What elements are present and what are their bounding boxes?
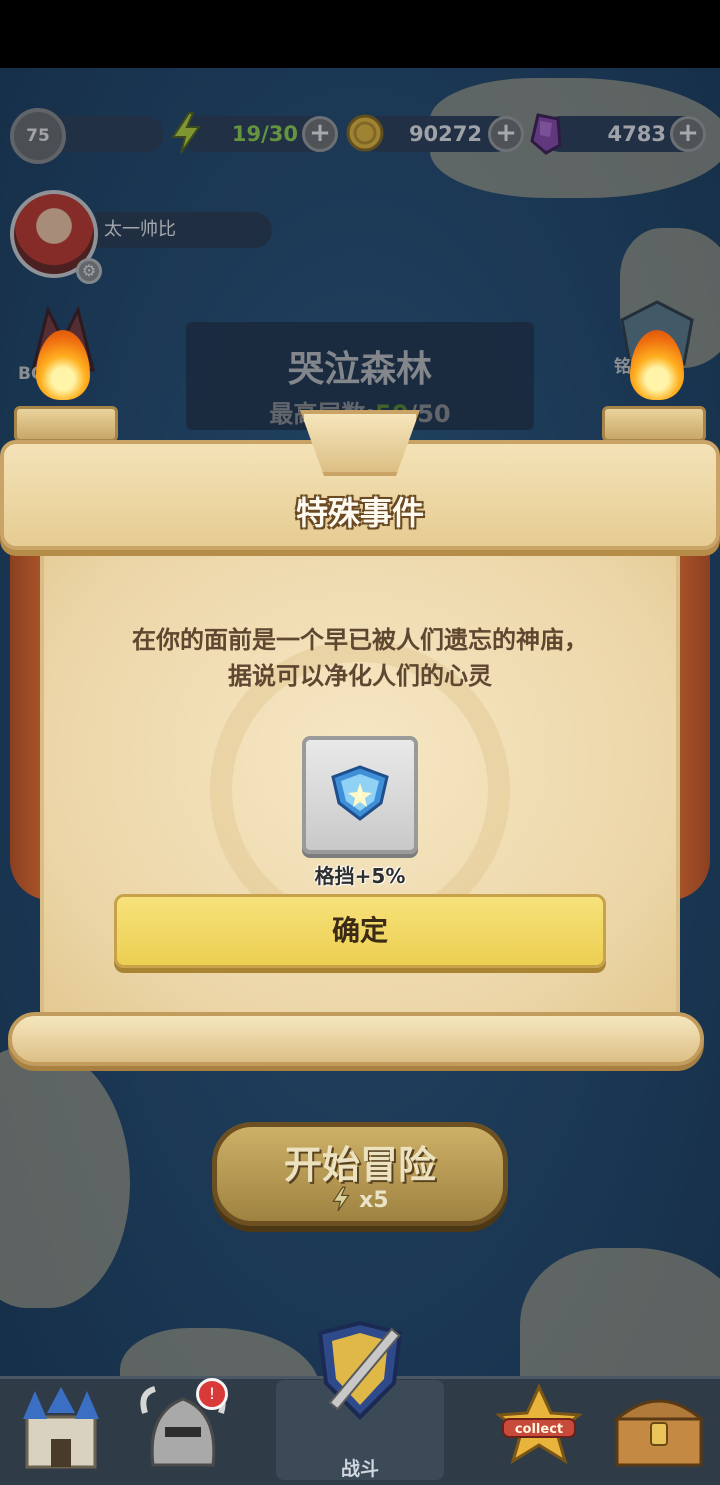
reward-item-slot[interactable]: [302, 736, 418, 854]
torch-stand-left: [14, 406, 118, 442]
lightning-icon: [331, 1186, 359, 1213]
dialog-text-line2: 据说可以净化人们的心灵: [228, 662, 492, 690]
notification-badge: !: [196, 1378, 228, 1410]
scroll-bottom-roll: [8, 1012, 704, 1066]
treasure-chest-icon: [607, 1383, 711, 1477]
start-adventure-cost: x5: [212, 1186, 508, 1213]
nav-battle[interactable]: [305, 1310, 415, 1440]
dialog-text-line1: 在你的面前是一个早已被人们遗忘的神庙，: [132, 626, 588, 654]
collect-badge-icon: collect: [489, 1381, 589, 1479]
energy-cost-value: x5: [359, 1188, 389, 1213]
system-top-bar: [0, 0, 720, 68]
castle-icon: [13, 1383, 109, 1477]
nav-castle[interactable]: [6, 1380, 116, 1480]
torch-stand-right: [602, 406, 706, 442]
sword-shield-icon: [300, 1313, 420, 1437]
nav-battle-label: 战斗: [340, 1458, 379, 1480]
shield-icon: [325, 763, 395, 827]
confirm-button[interactable]: 确定: [114, 894, 606, 968]
collect-text: collect: [515, 1422, 563, 1437]
start-adventure-label: 开始冒险: [283, 1143, 436, 1187]
dialog-title: 特殊事件: [295, 494, 424, 532]
nav-collect[interactable]: collect: [484, 1380, 594, 1480]
nav-treasure[interactable]: [604, 1380, 714, 1480]
reward-label: 格挡+5%: [314, 864, 406, 888]
